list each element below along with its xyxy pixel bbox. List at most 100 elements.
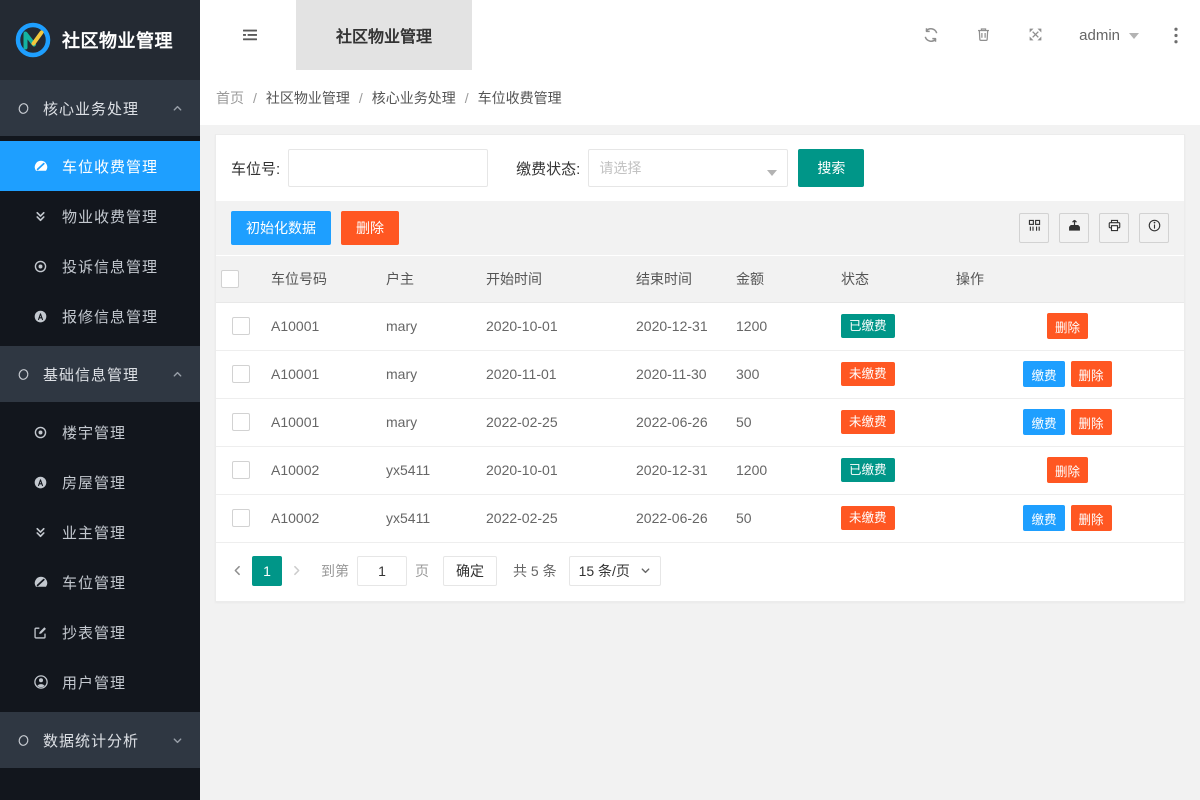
total-count: 共 5 条 [513, 561, 557, 581]
breadcrumb-item-1[interactable]: 首页 [216, 88, 244, 108]
sidebar-group-2[interactable]: 基础信息管理 [0, 346, 200, 402]
app-root: 社区物业管理 核心业务处理车位收费管理物业收费管理投诉信息管理报修信息管理基础信… [0, 0, 1200, 800]
column-header-5: 金额 [731, 256, 836, 302]
column-header-3: 开始时间 [481, 256, 631, 302]
more-vertical-icon[interactable] [1174, 27, 1178, 44]
status-badge: 未缴费 [841, 410, 895, 434]
sidebar-item-2-2[interactable]: 房屋管理 [0, 457, 200, 507]
current-page[interactable]: 1 [252, 556, 282, 586]
sidebar-group-label: 基础信息管理 [43, 364, 139, 385]
sidebar-group-3[interactable]: 数据统计分析 [0, 712, 200, 768]
circle-a-icon [32, 309, 49, 324]
user-icon [32, 674, 49, 690]
row-checkbox[interactable] [232, 413, 250, 431]
columns-tool-button[interactable] [1019, 213, 1049, 243]
parking-no-label: 车位号: [231, 158, 280, 179]
next-page-button[interactable] [290, 564, 303, 577]
export-icon [1067, 218, 1082, 238]
cell-start-date: 2020-10-01 [481, 302, 631, 350]
sidebar-item-label: 车位管理 [62, 572, 126, 593]
chevron-up-icon [172, 103, 183, 114]
sidebar-item-1-2[interactable]: 物业收费管理 [0, 191, 200, 241]
delete-selected-button[interactable]: 删除 [341, 211, 399, 245]
username: admin [1079, 27, 1120, 44]
sidebar-item-1-3[interactable]: 投诉信息管理 [0, 241, 200, 291]
sidebar-submenu-2: 楼宇管理房屋管理业主管理车位管理抄表管理用户管理 [0, 402, 200, 712]
delete-row-button[interactable]: 删除 [1047, 313, 1088, 339]
delete-row-button[interactable]: 删除 [1071, 409, 1112, 435]
cell-status: 未缴费 [836, 398, 951, 446]
row-checkbox[interactable] [232, 317, 250, 335]
sidebar-item-2-6[interactable]: 用户管理 [0, 657, 200, 707]
tab-community-property[interactable]: 社区物业管理 [296, 0, 472, 70]
topbar-icons [922, 26, 1044, 44]
header-checkbox-cell [216, 256, 266, 302]
info-icon [1147, 218, 1162, 238]
sidebar-item-2-5[interactable]: 抄表管理 [0, 607, 200, 657]
pay-button[interactable]: 缴费 [1023, 361, 1064, 387]
parking-no-input[interactable] [288, 149, 488, 187]
delete-row-button[interactable]: 删除 [1071, 505, 1112, 531]
status-badge: 未缴费 [841, 362, 895, 386]
trash-icon[interactable] [975, 26, 992, 44]
topbar: 社区物业管理 admin [200, 0, 1200, 70]
sidebar-item-2-4[interactable]: 车位管理 [0, 557, 200, 607]
content: 车位号: 缴费状态: 请选择 搜索 初始化数据 删除 [200, 125, 1200, 800]
cell-parking-no: A10001 [266, 302, 381, 350]
cell-actions: 缴费删除 [951, 350, 1184, 398]
sidebar-item-1-1[interactable]: 车位收费管理 [0, 141, 200, 191]
sidebar-item-label: 业主管理 [62, 522, 126, 543]
breadcrumb-item-3[interactable]: 核心业务处理 [372, 88, 456, 108]
page-size-select[interactable]: 15 条/页 [569, 556, 661, 586]
circle-icon [17, 734, 30, 747]
cell-parking-no: A10002 [266, 446, 381, 494]
row-checkbox[interactable] [232, 509, 250, 527]
cell-start-date: 2020-10-01 [481, 446, 631, 494]
caret-down-icon [767, 170, 777, 181]
breadcrumb-item-2[interactable]: 社区物业管理 [266, 88, 350, 108]
app-logo-icon [13, 20, 53, 60]
init-data-button[interactable]: 初始化数据 [231, 211, 331, 245]
select-all-checkbox[interactable] [221, 270, 239, 288]
status-select[interactable]: 请选择 [588, 149, 788, 187]
cell-end-date: 2020-12-31 [631, 446, 731, 494]
sidebar-item-label: 报修信息管理 [62, 306, 158, 327]
sidebar-item-label: 投诉信息管理 [62, 256, 158, 277]
column-header-6: 状态 [836, 256, 951, 302]
pay-button[interactable]: 缴费 [1023, 505, 1064, 531]
goto-suffix-label: 页 [415, 561, 429, 581]
print-icon [1107, 218, 1122, 238]
sidebar-item-1-4[interactable]: 报修信息管理 [0, 291, 200, 341]
row-checkbox[interactable] [232, 461, 250, 479]
cell-amount: 300 [731, 350, 836, 398]
info-tool-button[interactable] [1139, 213, 1169, 243]
cell-actions: 删除 [951, 302, 1184, 350]
fullscreen-icon[interactable] [1027, 26, 1044, 44]
sidebar-group-1[interactable]: 核心业务处理 [0, 80, 200, 136]
print-tool-button[interactable] [1099, 213, 1129, 243]
sidebar-item-2-3[interactable]: 业主管理 [0, 507, 200, 557]
cell-end-date: 2022-06-26 [631, 398, 731, 446]
cell-amount: 1200 [731, 446, 836, 494]
user-dropdown[interactable]: admin [1079, 27, 1139, 44]
cell-start-date: 2020-11-01 [481, 350, 631, 398]
delete-row-button[interactable]: 删除 [1047, 457, 1088, 483]
delete-row-button[interactable]: 删除 [1071, 361, 1112, 387]
column-header-4: 结束时间 [631, 256, 731, 302]
sidebar-item-2-1[interactable]: 楼宇管理 [0, 407, 200, 457]
collapse-menu-icon[interactable] [240, 25, 260, 45]
refresh-icon[interactable] [922, 26, 940, 44]
columns-icon [1027, 218, 1042, 238]
row-checkbox[interactable] [232, 365, 250, 383]
breadcrumb: 首页/社区物业管理/核心业务处理/车位收费管理 [200, 70, 1200, 125]
table-row: A10001mary2022-02-252022-06-2650未缴费缴费删除 [216, 398, 1184, 446]
export-tool-button[interactable] [1059, 213, 1089, 243]
confirm-page-button[interactable]: 确定 [443, 556, 497, 586]
breadcrumb-item-4[interactable]: 车位收费管理 [478, 88, 562, 108]
goto-page-input[interactable] [357, 556, 407, 586]
search-button[interactable]: 搜索 [798, 149, 864, 187]
sidebar-item-label: 用户管理 [62, 672, 126, 693]
pay-button[interactable]: 缴费 [1023, 409, 1064, 435]
prev-page-button[interactable] [231, 564, 244, 577]
bullseye-icon [32, 425, 49, 440]
